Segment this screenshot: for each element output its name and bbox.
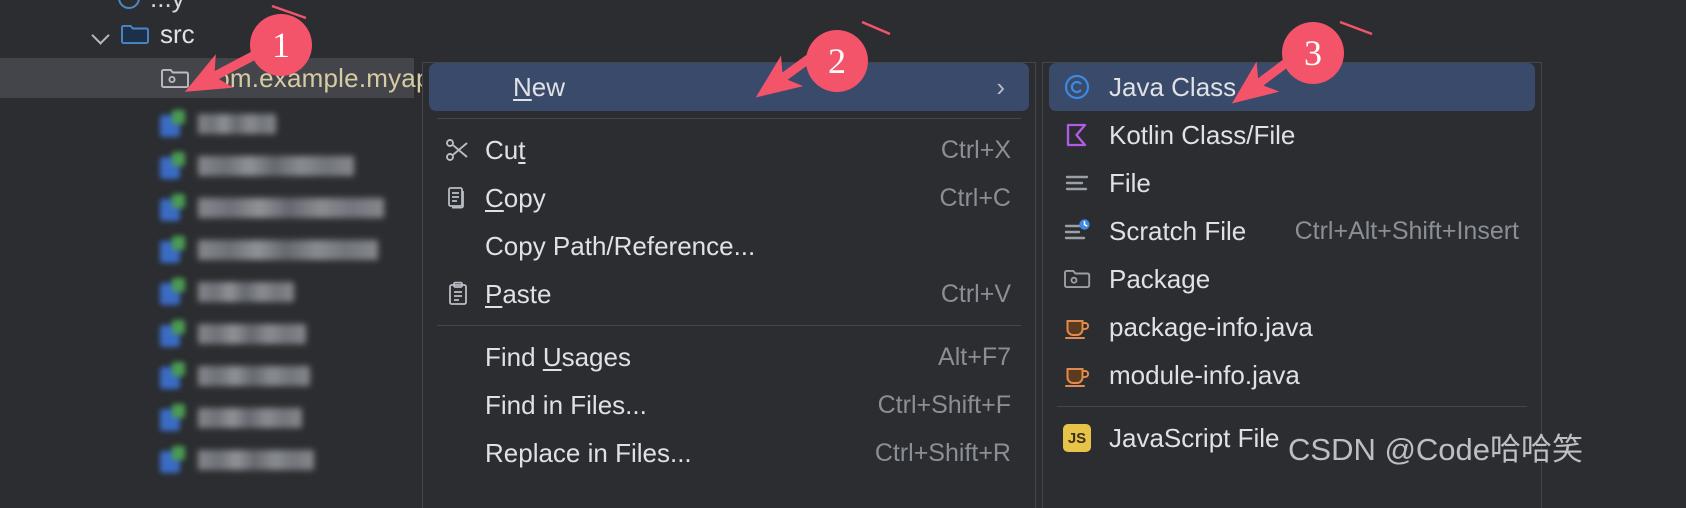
context-menu: New › Cut Ctrl+X Copy Ctrl+C Copy Path/Refe… bbox=[422, 62, 1036, 508]
context-menu-item-replace-in-files[interactable]: Replace in Files... Ctrl+Shift+R bbox=[423, 429, 1035, 477]
submenu-item-label: package-info.java bbox=[1109, 311, 1313, 342]
package-folder-icon bbox=[160, 66, 190, 90]
tree-label-file-blurred bbox=[198, 450, 314, 470]
context-menu-item-paste[interactable]: Paste Ctrl+V bbox=[423, 270, 1035, 318]
tree-row-file-blurred[interactable] bbox=[0, 354, 414, 398]
copy-icon bbox=[441, 184, 475, 212]
annotation-badge-2: 2 bbox=[806, 30, 868, 92]
screenshot-root: ...y src com.example.myapp bbox=[0, 0, 1686, 508]
tree-row-file-blurred[interactable] bbox=[0, 270, 414, 314]
submenu-item-label: File bbox=[1109, 167, 1151, 198]
tree-label-file-blurred bbox=[198, 114, 276, 134]
submenu-item-label: module-info.java bbox=[1109, 359, 1300, 390]
context-menu-items: New › Cut Ctrl+X Copy Ctrl+C Copy Path/Refe… bbox=[423, 63, 1035, 477]
tree-label-file-blurred bbox=[198, 324, 306, 344]
chevron-right-icon: › bbox=[996, 71, 1005, 102]
context-menu-item-label: Replace in Files... bbox=[485, 437, 692, 468]
tree-row-file-blurred[interactable] bbox=[0, 312, 414, 356]
menu-separator bbox=[437, 118, 1021, 119]
java-class-icon bbox=[160, 404, 186, 432]
submenu-item-label: Java Class bbox=[1109, 71, 1237, 102]
context-menu-item-label: Copy bbox=[485, 182, 546, 213]
submenu-separator bbox=[1057, 406, 1527, 407]
submenu-item-label: JavaScript File bbox=[1109, 422, 1280, 453]
tree-row-file-blurred[interactable] bbox=[0, 186, 414, 230]
tree-row-file-blurred[interactable] bbox=[0, 102, 414, 146]
chevron-down-icon[interactable] bbox=[88, 21, 114, 47]
context-menu-item-shortcut: Ctrl+X bbox=[940, 135, 1011, 164]
context-menu-item-label: Find in Files... bbox=[485, 389, 647, 420]
context-menu-item-shortcut: Ctrl+Shift+F bbox=[877, 390, 1011, 419]
java-class-icon bbox=[160, 236, 186, 264]
kotlin-icon bbox=[1057, 120, 1097, 150]
tree-label-src: src bbox=[160, 18, 195, 49]
context-menu-item-label: Cut bbox=[485, 134, 526, 165]
context-menu-item-copy[interactable]: Copy Ctrl+C bbox=[423, 174, 1035, 222]
context-menu-item-label: Paste bbox=[485, 278, 552, 309]
tree-label-file-blurred bbox=[198, 408, 302, 428]
context-menu-item-label: Find Usages bbox=[485, 341, 631, 372]
project-tree-panel: ...y src com.example.myapp bbox=[0, 0, 445, 508]
tree-row-file-blurred[interactable] bbox=[0, 438, 414, 482]
context-menu-item-label: New bbox=[513, 71, 566, 102]
context-menu-item-copy-path-reference[interactable]: Copy Path/Reference... bbox=[423, 222, 1035, 270]
java-class-icon bbox=[160, 110, 186, 138]
tree-label-file-blurred bbox=[198, 198, 384, 218]
context-menu-item-find-in-files[interactable]: Find in Files... Ctrl+Shift+F bbox=[423, 381, 1035, 429]
tree-row-clipped-label: ...y bbox=[150, 0, 185, 14]
watermark: CSDN @Code哈哈笑 bbox=[1288, 432, 1584, 467]
context-menu-item-label: Copy Path/Reference... bbox=[485, 230, 756, 261]
folder-icon bbox=[120, 22, 150, 46]
tree-label-file-blurred bbox=[198, 156, 354, 176]
tree-label-package: com.example.myapp bbox=[202, 62, 446, 93]
tree-row-file-blurred[interactable] bbox=[0, 228, 414, 272]
submenu-item-file[interactable]: File bbox=[1043, 159, 1541, 207]
context-menu-item-shortcut: Ctrl+Shift+R bbox=[874, 438, 1011, 467]
java-class-icon bbox=[160, 446, 186, 474]
java-class-icon bbox=[160, 194, 186, 222]
java-class-icon bbox=[160, 278, 186, 306]
context-menu-item-shortcut: Ctrl+V bbox=[940, 279, 1011, 308]
annotation-badge-3: 3 bbox=[1282, 22, 1344, 84]
tree-label-file-blurred bbox=[198, 240, 378, 260]
submenu-item-label: Scratch File bbox=[1109, 215, 1247, 246]
submenu-item-module-info-java[interactable]: module-info.java bbox=[1043, 351, 1541, 399]
scratch-file-icon bbox=[1057, 216, 1097, 246]
submenu-item-package-info-java[interactable]: package-info.java bbox=[1043, 303, 1541, 351]
context-menu-item-cut[interactable]: Cut Ctrl+X bbox=[423, 126, 1035, 174]
java-class-icon bbox=[160, 320, 186, 348]
tree-row-file-blurred[interactable] bbox=[0, 144, 414, 188]
tree-row-package-selected[interactable]: com.example.myapp bbox=[0, 58, 445, 98]
context-menu-item-shortcut: Ctrl+C bbox=[939, 183, 1011, 212]
new-submenu-items: Java Class Kotlin Class/File File Scratc… bbox=[1043, 63, 1541, 462]
java-class-icon bbox=[160, 362, 186, 390]
context-menu-item-shortcut: Alt+F7 bbox=[938, 342, 1011, 371]
package-folder-icon bbox=[1057, 266, 1097, 292]
file-lines-icon bbox=[1057, 168, 1097, 198]
context-menu-item-find-usages[interactable]: Find Usages Alt+F7 bbox=[423, 333, 1035, 381]
tree-row-src[interactable]: src bbox=[0, 14, 414, 54]
tree-row-file-blurred[interactable] bbox=[0, 396, 414, 440]
submenu-item-kotlin-class-file[interactable]: Kotlin Class/File bbox=[1043, 111, 1541, 159]
tree-label-file-blurred bbox=[198, 366, 310, 386]
javascript-badge-icon: JS bbox=[1057, 424, 1097, 452]
module-icon bbox=[118, 0, 140, 9]
menu-separator bbox=[437, 325, 1021, 326]
submenu-item-label: Kotlin Class/File bbox=[1109, 119, 1296, 150]
paste-icon bbox=[441, 280, 475, 308]
submenu-item-label: Package bbox=[1109, 263, 1211, 294]
java-class-icon bbox=[160, 152, 186, 180]
submenu-item-scratch-file[interactable]: Scratch File Ctrl+Alt+Shift+Insert bbox=[1043, 207, 1541, 255]
context-menu-item-new[interactable]: New › bbox=[429, 63, 1029, 111]
submenu-item-shortcut: Ctrl+Alt+Shift+Insert bbox=[1294, 216, 1519, 245]
java-cup-icon bbox=[1057, 361, 1097, 389]
submenu-item-package[interactable]: Package bbox=[1043, 255, 1541, 303]
scissors-icon bbox=[441, 136, 475, 164]
annotation-badge-1: 1 bbox=[250, 14, 312, 76]
tree-label-file-blurred bbox=[198, 282, 294, 302]
java-cup-icon bbox=[1057, 313, 1097, 341]
java-class-circle-icon bbox=[1057, 72, 1097, 102]
